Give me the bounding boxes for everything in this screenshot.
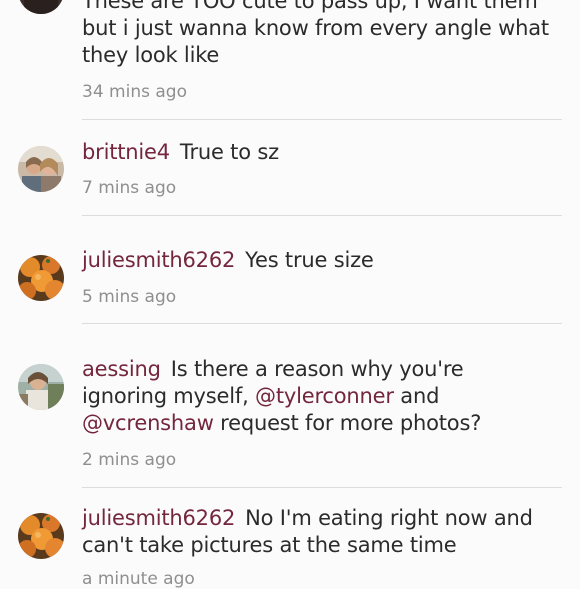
divider <box>82 487 562 488</box>
comment-timestamp: 34 mins ago <box>82 82 187 102</box>
user-avatar[interactable] <box>18 513 64 559</box>
divider <box>82 323 562 324</box>
comment-timestamp: 2 mins ago <box>82 450 177 470</box>
user-avatar[interactable] <box>18 146 64 192</box>
user-avatar[interactable] <box>18 0 64 14</box>
comment-timestamp: a minute ago <box>82 569 195 589</box>
comment-text: juliesmith6262 Yes true size <box>82 248 374 272</box>
username-link[interactable]: juliesmith6262 <box>82 506 235 530</box>
user-avatar[interactable] <box>18 255 64 301</box>
comment-text: juliesmith6262 No I'm eating right now an… <box>82 506 533 557</box>
comment-timestamp: 5 mins ago <box>82 287 177 307</box>
comment-timestamp: 7 mins ago <box>82 178 177 198</box>
mention-link[interactable]: @tylerconner <box>255 384 394 408</box>
mention-link[interactable]: @vcrenshaw <box>82 411 214 435</box>
comment-text: aessing Is there a reason why you're igno… <box>82 357 482 435</box>
divider <box>82 215 562 216</box>
username-link[interactable]: brittnie4 <box>82 140 170 164</box>
username-link[interactable]: aessing <box>82 357 161 381</box>
user-avatar[interactable] <box>18 364 64 410</box>
username-link[interactable]: juliesmith6262 <box>82 248 235 272</box>
comment-text: brittnie4 True to sz <box>82 140 279 164</box>
divider <box>82 119 562 120</box>
comment-text: These are TOO cute to pass up, I want th… <box>82 0 549 67</box>
